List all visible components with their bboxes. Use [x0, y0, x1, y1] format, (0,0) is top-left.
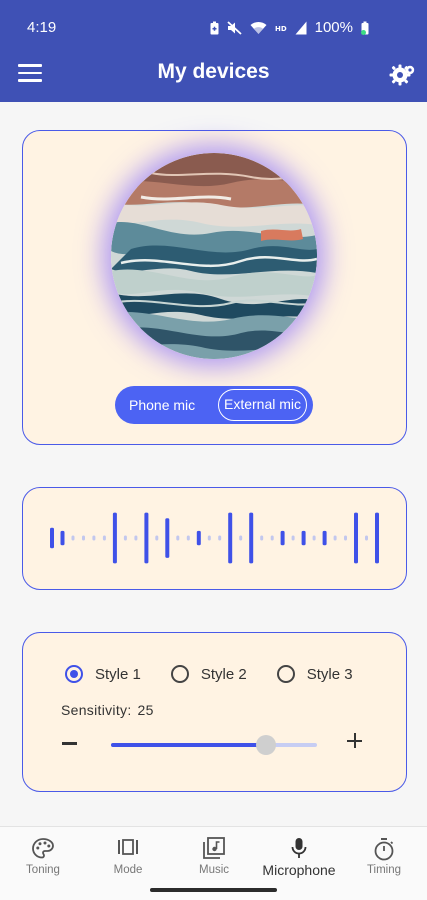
waveform-bar	[60, 530, 65, 546]
svg-text:HD: HD	[275, 25, 287, 33]
external-mic-option[interactable]: External mic	[218, 389, 308, 421]
wifi-icon	[250, 21, 267, 34]
hd-icon: HD	[275, 25, 287, 33]
sensitivity-slider[interactable]	[111, 735, 317, 756]
waveform-bar	[270, 535, 274, 541]
waveform-bar	[196, 530, 201, 546]
waveform-bar	[375, 512, 379, 564]
waveform-bar	[123, 535, 127, 541]
stopwatch-icon	[374, 838, 394, 861]
home-indicator[interactable]	[150, 888, 277, 892]
style-radio-group: Style 1 Style 2 Style 3	[65, 665, 383, 683]
palette-icon	[32, 838, 54, 859]
sensitivity-label: Sensitivity:	[61, 702, 132, 718]
waveform-bar	[155, 535, 159, 541]
radio-unselected-icon	[276, 665, 295, 683]
waveform-bar	[333, 535, 337, 541]
style-settings-card: Style 1 Style 2 Style 3 Sensitivity: 25	[22, 632, 407, 792]
waveform-bar	[312, 535, 316, 541]
status-time: 4:19	[27, 19, 57, 36]
signal-icon	[295, 21, 307, 34]
page-title: My devices	[157, 60, 270, 83]
waveform-card	[22, 487, 407, 590]
gear-settings-icon[interactable]	[389, 62, 415, 88]
nav-microphone[interactable]: Microphone	[256, 827, 342, 887]
slider-fill	[111, 743, 266, 747]
style-3-radio[interactable]: Style 3	[276, 665, 353, 683]
waveform-bar	[165, 518, 170, 558]
sensitivity-readout: Sensitivity: 25	[61, 702, 154, 718]
waveform-bar	[50, 527, 54, 549]
decrease-sensitivity-button[interactable]	[61, 730, 79, 754]
battery-percentage: 100%	[314, 19, 353, 36]
waveform-bar	[176, 535, 180, 541]
waveform-bar	[260, 535, 264, 541]
waveform-bar	[92, 535, 96, 541]
waveform-bar	[102, 535, 106, 541]
waveform-bar	[249, 512, 254, 564]
nav-music-label: Music	[198, 864, 230, 876]
waveform-bar	[344, 535, 347, 541]
nav-music[interactable]: Music	[171, 827, 257, 887]
waveform-bar	[239, 535, 243, 541]
waveform-bar	[228, 512, 233, 564]
music-library-icon	[203, 837, 225, 859]
slider-thumb[interactable]	[255, 735, 276, 755]
nav-mode-label: Mode	[113, 864, 143, 876]
mic-in-use-indicator	[361, 30, 366, 35]
waveform-bar	[134, 535, 138, 541]
mic-source-toggle: Phone mic External mic	[115, 386, 313, 424]
waveform-bar	[112, 512, 117, 564]
microphone-icon	[291, 838, 307, 858]
marble-art-graphic	[111, 153, 317, 359]
waveform-bar	[280, 530, 285, 546]
waveform-bar	[322, 530, 327, 546]
status-bar: 4:19 HD 100%	[0, 0, 427, 50]
style-3-label: Style 3	[306, 665, 353, 683]
audio-waveform	[50, 512, 379, 564]
nav-timing-label: Timing	[366, 864, 402, 876]
waveform-bar	[218, 535, 222, 541]
radio-unselected-icon	[170, 665, 189, 683]
marble-visualizer-image	[111, 153, 317, 359]
app-header: 4:19 HD 100% My devices	[0, 0, 427, 102]
nav-toning-label: Toning	[26, 864, 60, 876]
nav-mode[interactable]: Mode	[85, 827, 171, 887]
phone-mic-option[interactable]: Phone mic	[115, 389, 218, 421]
style-1-label: Style 1	[95, 665, 141, 683]
radio-selected-icon	[65, 665, 83, 683]
battery-saver-icon	[210, 21, 219, 34]
mode-icon	[118, 839, 138, 855]
mute-icon	[227, 20, 242, 35]
waveform-bar	[144, 512, 149, 564]
waveform-bar	[82, 535, 85, 541]
waveform-bar	[71, 535, 75, 541]
waveform-bar	[291, 535, 295, 541]
increase-sensitivity-button[interactable]	[346, 732, 364, 750]
sensitivity-value: 25	[137, 702, 154, 718]
visualizer-card: Phone mic External mic	[22, 130, 407, 445]
waveform-bar	[301, 530, 306, 546]
style-2-label: Style 2	[200, 665, 247, 683]
status-icons: HD 100%	[210, 19, 369, 36]
nav-timing[interactable]: Timing	[341, 827, 427, 887]
style-2-radio[interactable]: Style 2	[170, 665, 247, 683]
nav-toning[interactable]: Toning	[0, 827, 86, 887]
style-1-radio[interactable]: Style 1	[65, 665, 141, 683]
waveform-bar	[354, 512, 358, 564]
waveform-bar	[365, 535, 368, 541]
waveform-bar	[207, 535, 211, 541]
nav-microphone-label: Microphone	[262, 862, 336, 878]
waveform-bar	[186, 535, 190, 541]
